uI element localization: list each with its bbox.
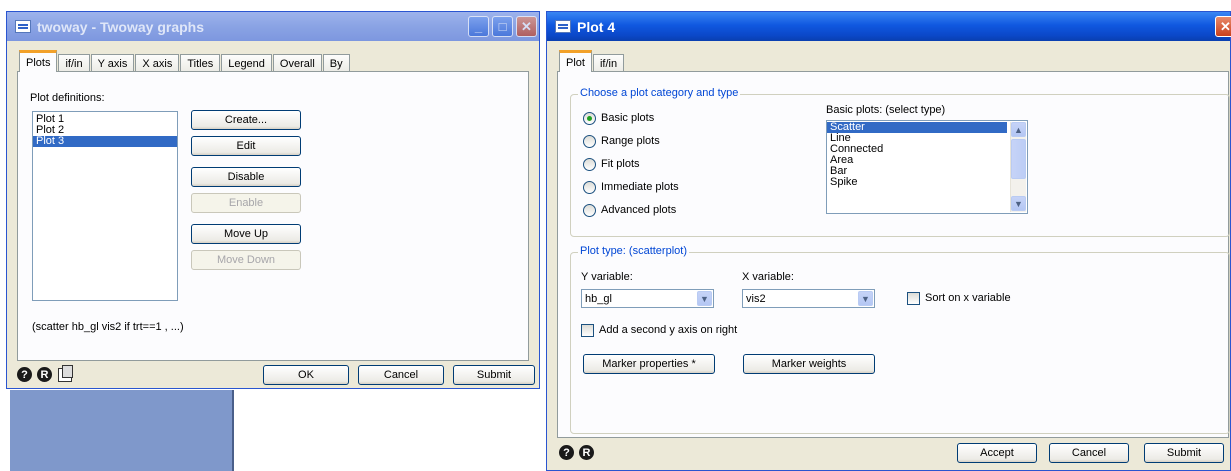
basic-plots-label: Basic plots: (select type)	[826, 104, 946, 116]
y-variable-value: hb_gl	[585, 292, 612, 305]
close-button[interactable]: ✕	[1215, 16, 1231, 37]
chevron-down-icon[interactable]: ▼	[858, 291, 873, 306]
x-variable-label: X variable:	[742, 271, 794, 283]
plot4-titlebar[interactable]: Plot 4 ✕	[547, 12, 1231, 41]
scrollbar-thumb[interactable]	[1011, 139, 1026, 179]
chevron-down-icon[interactable]: ▼	[697, 291, 712, 306]
radio-basic-plots[interactable]	[583, 112, 596, 125]
tab-if-in[interactable]: if/in	[58, 54, 90, 72]
radio-fit-plots-label: Fit plots	[601, 158, 640, 170]
radio-fit-plots[interactable]	[583, 158, 596, 171]
disable-button[interactable]: Disable	[191, 167, 301, 187]
plot-type-group-title: Plot type: (scatterplot)	[578, 245, 689, 257]
second-y-axis-label: Add a second y axis on right	[599, 324, 738, 336]
radio-basic-plots-label: Basic plots	[601, 112, 655, 124]
radio-advanced-plots[interactable]	[583, 204, 596, 217]
list-item-area[interactable]: Area	[827, 155, 1027, 166]
list-item-connected[interactable]: Connected	[827, 144, 1027, 155]
twoway-dialog: twoway - Twoway graphs _ □ ✕ Plots if/in…	[6, 11, 540, 389]
list-item-spike[interactable]: Spike	[827, 177, 1027, 188]
twoway-titlebar[interactable]: twoway - Twoway graphs _ □ ✕	[7, 12, 539, 41]
basic-plots-list[interactable]: Scatter Line Connected Area Bar Spike ▲ …	[826, 120, 1028, 214]
minimize-button[interactable]: _	[468, 16, 489, 37]
tab-if-in[interactable]: if/in	[592, 54, 625, 72]
tab-legend[interactable]: Legend	[221, 54, 272, 72]
radio-immediate-plots[interactable]	[583, 181, 596, 194]
tab-y-axis[interactable]: Y axis	[90, 54, 135, 72]
radio-advanced-plots-label: Advanced plots	[601, 204, 677, 216]
basic-plots-scrollbar[interactable]: ▲ ▼	[1010, 122, 1026, 212]
create-button[interactable]: Create...	[191, 110, 301, 130]
tab-titles[interactable]: Titles	[180, 54, 221, 72]
cancel-button[interactable]: Cancel	[358, 365, 444, 385]
move-up-button[interactable]: Move Up	[191, 224, 301, 244]
help-icon[interactable]: ?	[17, 367, 32, 382]
second-y-axis-checkbox[interactable]	[581, 324, 594, 337]
tab-by[interactable]: By	[322, 54, 350, 72]
submit-button[interactable]: Submit	[453, 365, 535, 385]
plots-panel: Plot definitions: Plot 1 Plot 2 Plot 3 C…	[17, 71, 529, 361]
list-item-plot-3[interactable]: Plot 3	[33, 136, 177, 147]
plot-panel: Choose a plot category and type Basic pl…	[557, 71, 1230, 438]
radio-range-plots-label: Range plots	[601, 135, 660, 147]
scroll-down-icon[interactable]: ▼	[1011, 196, 1026, 211]
copy-icon[interactable]	[58, 365, 73, 382]
radio-immediate-plots-label: Immediate plots	[601, 181, 679, 193]
edit-button[interactable]: Edit	[191, 136, 301, 156]
ok-button[interactable]: OK	[263, 365, 349, 385]
enable-button: Enable	[191, 193, 301, 213]
plot4-dialog: Plot 4 ✕ Plot if/in Choose a plot catego…	[546, 11, 1231, 471]
cancel-button[interactable]: Cancel	[1049, 443, 1129, 463]
command-preview: (scatter hb_gl vis2 if trt==1 , ...)	[32, 321, 184, 333]
marker-weights-button[interactable]: Marker weights	[743, 354, 875, 374]
y-variable-label: Y variable:	[581, 271, 633, 283]
x-variable-value: vis2	[746, 292, 766, 305]
plot-definitions-list[interactable]: Plot 1 Plot 2 Plot 3	[32, 111, 178, 301]
plot-definitions-label: Plot definitions:	[30, 92, 105, 104]
plot4-title: Plot 4	[577, 18, 616, 35]
category-group-title: Choose a plot category and type	[578, 87, 741, 99]
twoway-title: twoway - Twoway graphs	[37, 18, 204, 35]
tab-plot[interactable]: Plot	[559, 50, 592, 72]
submit-button[interactable]: Submit	[1144, 443, 1224, 463]
background-window	[10, 390, 232, 471]
sort-on-x-label: Sort on x variable	[925, 292, 1011, 304]
background-window-edge	[232, 390, 234, 471]
radio-range-plots[interactable]	[583, 135, 596, 148]
help-icon[interactable]: ?	[559, 445, 574, 460]
tab-x-axis[interactable]: X axis	[135, 54, 180, 72]
marker-properties-button[interactable]: Marker properties *	[583, 354, 715, 374]
plot4-tabs: Plot if/in	[559, 50, 625, 72]
app-icon	[15, 20, 31, 33]
x-variable-combo[interactable]: vis2 ▼	[742, 289, 875, 308]
scroll-up-icon[interactable]: ▲	[1011, 122, 1026, 137]
maximize-button[interactable]: □	[492, 16, 513, 37]
reset-icon[interactable]: R	[37, 367, 52, 382]
y-variable-combo[interactable]: hb_gl ▼	[581, 289, 714, 308]
tab-overall[interactable]: Overall	[272, 54, 322, 72]
reset-icon[interactable]: R	[579, 445, 594, 460]
category-group: Choose a plot category and type Basic pl…	[570, 87, 1230, 237]
list-item-scatter[interactable]: Scatter	[827, 122, 1007, 133]
accept-button[interactable]: Accept	[957, 443, 1037, 463]
close-button[interactable]: ✕	[516, 16, 537, 37]
tab-plots[interactable]: Plots	[19, 50, 58, 72]
plot-type-group: Plot type: (scatterplot) Y variable: hb_…	[570, 245, 1230, 434]
twoway-tabs: Plots if/in Y axis X axis Titles Legend …	[19, 50, 351, 72]
sort-on-x-checkbox[interactable]	[907, 292, 920, 305]
move-down-button: Move Down	[191, 250, 301, 270]
app-icon	[555, 20, 571, 33]
